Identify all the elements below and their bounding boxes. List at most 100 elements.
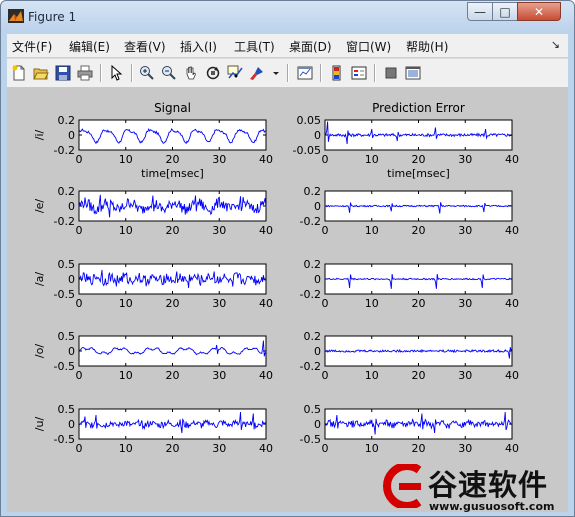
- y-tick-label: 0.2: [304, 185, 322, 198]
- x-tick-label: 10: [119, 153, 133, 166]
- rotate-3d-icon[interactable]: [203, 63, 223, 83]
- x-tick-label: 40: [259, 153, 273, 166]
- y-tick-label: -0.2: [54, 215, 75, 228]
- brush-icon[interactable]: [247, 63, 267, 83]
- x-tick-label: 20: [412, 297, 426, 310]
- y-tick-label: 0.2: [304, 330, 322, 343]
- x-tick-label: 30: [458, 297, 472, 310]
- y-tick-label: 0: [314, 200, 321, 213]
- maximize-button[interactable]: □: [492, 2, 518, 21]
- x-tick-label: 20: [412, 224, 426, 237]
- toolbar-separator: [131, 64, 133, 82]
- y-tick-label: 0.5: [58, 258, 76, 271]
- pan-hand-icon[interactable]: [181, 63, 201, 83]
- matlab-logo-icon: [8, 9, 24, 23]
- x-tick-label: 0: [76, 153, 83, 166]
- menu-window[interactable]: 窗口(W): [346, 38, 391, 55]
- menu-overflow-icon[interactable]: ↘: [551, 38, 560, 51]
- menu-help[interactable]: 帮助(H): [406, 38, 448, 55]
- x-tick-label: 10: [365, 369, 379, 382]
- x-tick-label: 10: [119, 224, 133, 237]
- hide-plot-tools-icon[interactable]: [381, 63, 401, 83]
- colorbar-icon[interactable]: [327, 63, 347, 83]
- figure-window: Figure 1 — □ ✕ 文件(F) 编辑(E) 查看(V) 插入(I) 工…: [0, 0, 575, 517]
- select-arrow-icon[interactable]: [106, 63, 126, 83]
- x-tick-label: 30: [212, 297, 226, 310]
- new-figure-icon[interactable]: [9, 63, 29, 83]
- x-tick-label: 20: [166, 224, 180, 237]
- window-title: Figure 1: [28, 10, 77, 24]
- y-tick-label: 0: [68, 129, 75, 142]
- maximize-icon: □: [499, 4, 511, 19]
- column-title: Prediction Error: [372, 101, 465, 115]
- close-icon: ✕: [533, 4, 545, 19]
- menu-file[interactable]: 文件(F): [12, 38, 52, 55]
- y-tick-label: 0.5: [304, 403, 322, 416]
- x-tick-label: 0: [76, 369, 83, 382]
- x-tick-label: 10: [119, 369, 133, 382]
- print-icon[interactable]: [75, 63, 95, 83]
- x-tick-label: 0: [76, 442, 83, 455]
- x-tick-label: 20: [166, 442, 180, 455]
- x-tick-label: 30: [212, 153, 226, 166]
- y-tick-label: -0.2: [300, 360, 321, 373]
- x-tick-label: 30: [212, 369, 226, 382]
- x-tick-label: 20: [166, 369, 180, 382]
- x-tick-label: 10: [365, 224, 379, 237]
- x-tick-label: 20: [166, 297, 180, 310]
- close-button[interactable]: ✕: [517, 2, 561, 21]
- y-tick-label: 0: [314, 129, 321, 142]
- y-tick-label: 0.5: [58, 330, 76, 343]
- zoom-out-icon[interactable]: [159, 63, 179, 83]
- legend-icon[interactable]: [349, 63, 369, 83]
- x-tick-label: 40: [505, 297, 519, 310]
- y-tick-label: -0.05: [293, 144, 321, 157]
- column-title: Signal: [154, 101, 191, 115]
- y-tick-label: -0.2: [300, 288, 321, 301]
- x-tick-label: 40: [259, 224, 273, 237]
- x-axis-label: time[msec]: [387, 167, 450, 180]
- brush-dropdown-icon[interactable]: [271, 63, 281, 83]
- x-tick-label: 20: [412, 369, 426, 382]
- show-plot-tools-icon[interactable]: [403, 63, 423, 83]
- x-tick-label: 40: [505, 153, 519, 166]
- row-label: /i/: [33, 129, 46, 140]
- x-tick-label: 0: [322, 442, 329, 455]
- toolbar-separator: [320, 64, 322, 82]
- title-bar[interactable]: Figure 1 — □ ✕: [1, 1, 574, 31]
- watermark-brand: 谷速软件: [428, 468, 549, 502]
- save-icon[interactable]: [53, 63, 73, 83]
- y-tick-label: 0.2: [58, 114, 76, 127]
- y-tick-label: 0: [68, 200, 75, 213]
- x-tick-label: 40: [505, 369, 519, 382]
- y-tick-label: 0: [314, 345, 321, 358]
- toolbar-separator: [287, 64, 289, 82]
- y-tick-label: 0: [314, 273, 321, 286]
- x-tick-label: 30: [458, 224, 472, 237]
- menu-desktop[interactable]: 桌面(D): [289, 38, 332, 55]
- zoom-in-icon[interactable]: [137, 63, 157, 83]
- x-tick-label: 40: [259, 442, 273, 455]
- menu-view[interactable]: 查看(V): [124, 38, 166, 55]
- menu-edit[interactable]: 编辑(E): [69, 38, 110, 55]
- menu-tools[interactable]: 工具(T): [234, 38, 275, 55]
- y-tick-label: 0.2: [58, 185, 76, 198]
- x-tick-label: 0: [322, 153, 329, 166]
- y-tick-label: 0.05: [297, 114, 322, 127]
- x-tick-label: 30: [212, 224, 226, 237]
- x-tick-label: 30: [212, 442, 226, 455]
- x-tick-label: 10: [365, 442, 379, 455]
- x-tick-label: 0: [322, 369, 329, 382]
- figure-toolbar: [7, 58, 568, 88]
- y-tick-label: 0: [314, 418, 321, 431]
- menu-insert[interactable]: 插入(I): [180, 38, 217, 55]
- y-tick-label: 0: [68, 418, 75, 431]
- data-cursor-icon[interactable]: [225, 63, 245, 83]
- minimize-button[interactable]: —: [467, 2, 493, 21]
- x-tick-label: 20: [412, 442, 426, 455]
- link-plot-icon[interactable]: [295, 63, 315, 83]
- figure-canvas: Signal Prediction Error 0.2 0 -0.2 0 10 20 30 40/…: [7, 88, 568, 512]
- x-tick-label: 10: [365, 153, 379, 166]
- open-file-icon[interactable]: [31, 63, 51, 83]
- x-tick-label: 0: [322, 224, 329, 237]
